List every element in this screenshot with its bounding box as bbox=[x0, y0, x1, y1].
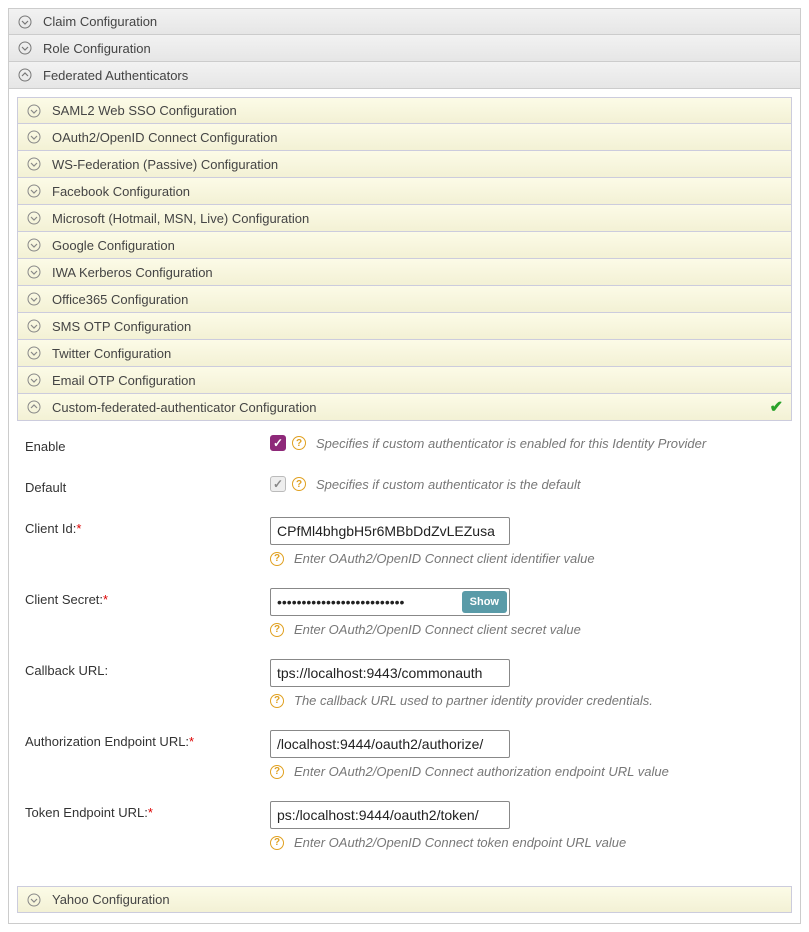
authz-endpoint-input[interactable] bbox=[270, 730, 510, 758]
accordion-sms-otp[interactable]: SMS OTP Configuration bbox=[17, 313, 792, 340]
accordion-office365[interactable]: Office365 Configuration bbox=[17, 286, 792, 313]
callback-url-input[interactable] bbox=[270, 659, 510, 687]
chevron-down-icon bbox=[17, 40, 33, 56]
client-id-hint: Enter OAuth2/OpenID Connect client ident… bbox=[294, 551, 595, 566]
accordion-wsfederation[interactable]: WS-Federation (Passive) Configuration bbox=[17, 151, 792, 178]
accordion-label: Email OTP Configuration bbox=[52, 373, 196, 388]
client-id-label: Client Id:* bbox=[25, 517, 270, 536]
chevron-down-icon bbox=[17, 14, 33, 30]
chevron-down-icon bbox=[26, 291, 42, 307]
accordion-label: SAML2 Web SSO Configuration bbox=[52, 103, 237, 118]
accordion-label: Facebook Configuration bbox=[52, 184, 190, 199]
accordion-role-configuration[interactable]: Role Configuration bbox=[8, 35, 801, 62]
accordion-facebook[interactable]: Facebook Configuration bbox=[17, 178, 792, 205]
accordion-label: Custom-federated-authenticator Configura… bbox=[52, 400, 316, 415]
accordion-claim-configuration[interactable]: Claim Configuration bbox=[8, 8, 801, 35]
info-icon: ? bbox=[270, 694, 284, 708]
accordion-custom-federated-authenticator[interactable]: Custom-federated-authenticator Configura… bbox=[17, 394, 792, 421]
authz-endpoint-hint: Enter OAuth2/OpenID Connect authorizatio… bbox=[294, 764, 669, 779]
accordion-microsoft[interactable]: Microsoft (Hotmail, MSN, Live) Configura… bbox=[17, 205, 792, 232]
default-label: Default bbox=[25, 476, 270, 495]
enable-label: Enable bbox=[25, 435, 270, 454]
client-id-input[interactable] bbox=[270, 517, 510, 545]
accordion-federated-authenticators[interactable]: Federated Authenticators bbox=[8, 62, 801, 89]
chevron-up-icon bbox=[17, 67, 33, 83]
accordion-twitter[interactable]: Twitter Configuration bbox=[17, 340, 792, 367]
accordion-label: Federated Authenticators bbox=[43, 68, 188, 83]
authz-endpoint-label: Authorization Endpoint URL:* bbox=[25, 730, 270, 749]
client-secret-label: Client Secret:* bbox=[25, 588, 270, 607]
chevron-down-icon bbox=[26, 156, 42, 172]
chevron-down-icon bbox=[26, 264, 42, 280]
accordion-oauth2[interactable]: OAuth2/OpenID Connect Configuration bbox=[17, 124, 792, 151]
token-endpoint-hint: Enter OAuth2/OpenID Connect token endpoi… bbox=[294, 835, 626, 850]
chevron-down-icon bbox=[26, 372, 42, 388]
enable-checkbox[interactable] bbox=[270, 435, 286, 451]
chevron-down-icon bbox=[26, 318, 42, 334]
chevron-down-icon bbox=[26, 237, 42, 253]
info-icon: ? bbox=[270, 765, 284, 779]
info-icon: ? bbox=[292, 477, 306, 491]
accordion-label: IWA Kerberos Configuration bbox=[52, 265, 213, 280]
accordion-label: Office365 Configuration bbox=[52, 292, 188, 307]
info-icon: ? bbox=[270, 623, 284, 637]
accordion-label: WS-Federation (Passive) Configuration bbox=[52, 157, 278, 172]
chevron-up-icon bbox=[26, 399, 42, 415]
custom-authenticator-form: Enable ? Specifies if custom authenticat… bbox=[17, 421, 792, 872]
callback-url-hint: The callback URL used to partner identit… bbox=[294, 693, 653, 708]
chevron-down-icon bbox=[26, 129, 42, 145]
token-endpoint-label: Token Endpoint URL:* bbox=[25, 801, 270, 820]
info-icon: ? bbox=[270, 836, 284, 850]
accordion-saml2[interactable]: SAML2 Web SSO Configuration bbox=[17, 97, 792, 124]
chevron-down-icon bbox=[26, 183, 42, 199]
check-icon: ✔ bbox=[770, 397, 783, 417]
chevron-down-icon bbox=[26, 892, 42, 908]
accordion-google[interactable]: Google Configuration bbox=[17, 232, 792, 259]
info-icon: ? bbox=[270, 552, 284, 566]
accordion-label: OAuth2/OpenID Connect Configuration bbox=[52, 130, 277, 145]
token-endpoint-input[interactable] bbox=[270, 801, 510, 829]
default-hint: Specifies if custom authenticator is the… bbox=[316, 477, 580, 492]
enable-hint: Specifies if custom authenticator is ena… bbox=[316, 436, 706, 451]
accordion-label: SMS OTP Configuration bbox=[52, 319, 191, 334]
default-checkbox bbox=[270, 476, 286, 492]
accordion-label: Yahoo Configuration bbox=[52, 892, 170, 907]
accordion-yahoo[interactable]: Yahoo Configuration bbox=[17, 886, 792, 913]
show-secret-button[interactable]: Show bbox=[462, 591, 507, 613]
accordion-label: Microsoft (Hotmail, MSN, Live) Configura… bbox=[52, 211, 309, 226]
accordion-label: Claim Configuration bbox=[43, 14, 157, 29]
accordion-iwa-kerberos[interactable]: IWA Kerberos Configuration bbox=[17, 259, 792, 286]
client-secret-hint: Enter OAuth2/OpenID Connect client secre… bbox=[294, 622, 581, 637]
chevron-down-icon bbox=[26, 210, 42, 226]
accordion-label: Google Configuration bbox=[52, 238, 175, 253]
info-icon: ? bbox=[292, 436, 306, 450]
accordion-label: Role Configuration bbox=[43, 41, 151, 56]
accordion-email-otp[interactable]: Email OTP Configuration bbox=[17, 367, 792, 394]
accordion-label: Twitter Configuration bbox=[52, 346, 171, 361]
chevron-down-icon bbox=[26, 103, 42, 119]
chevron-down-icon bbox=[26, 345, 42, 361]
callback-url-label: Callback URL: bbox=[25, 659, 270, 678]
